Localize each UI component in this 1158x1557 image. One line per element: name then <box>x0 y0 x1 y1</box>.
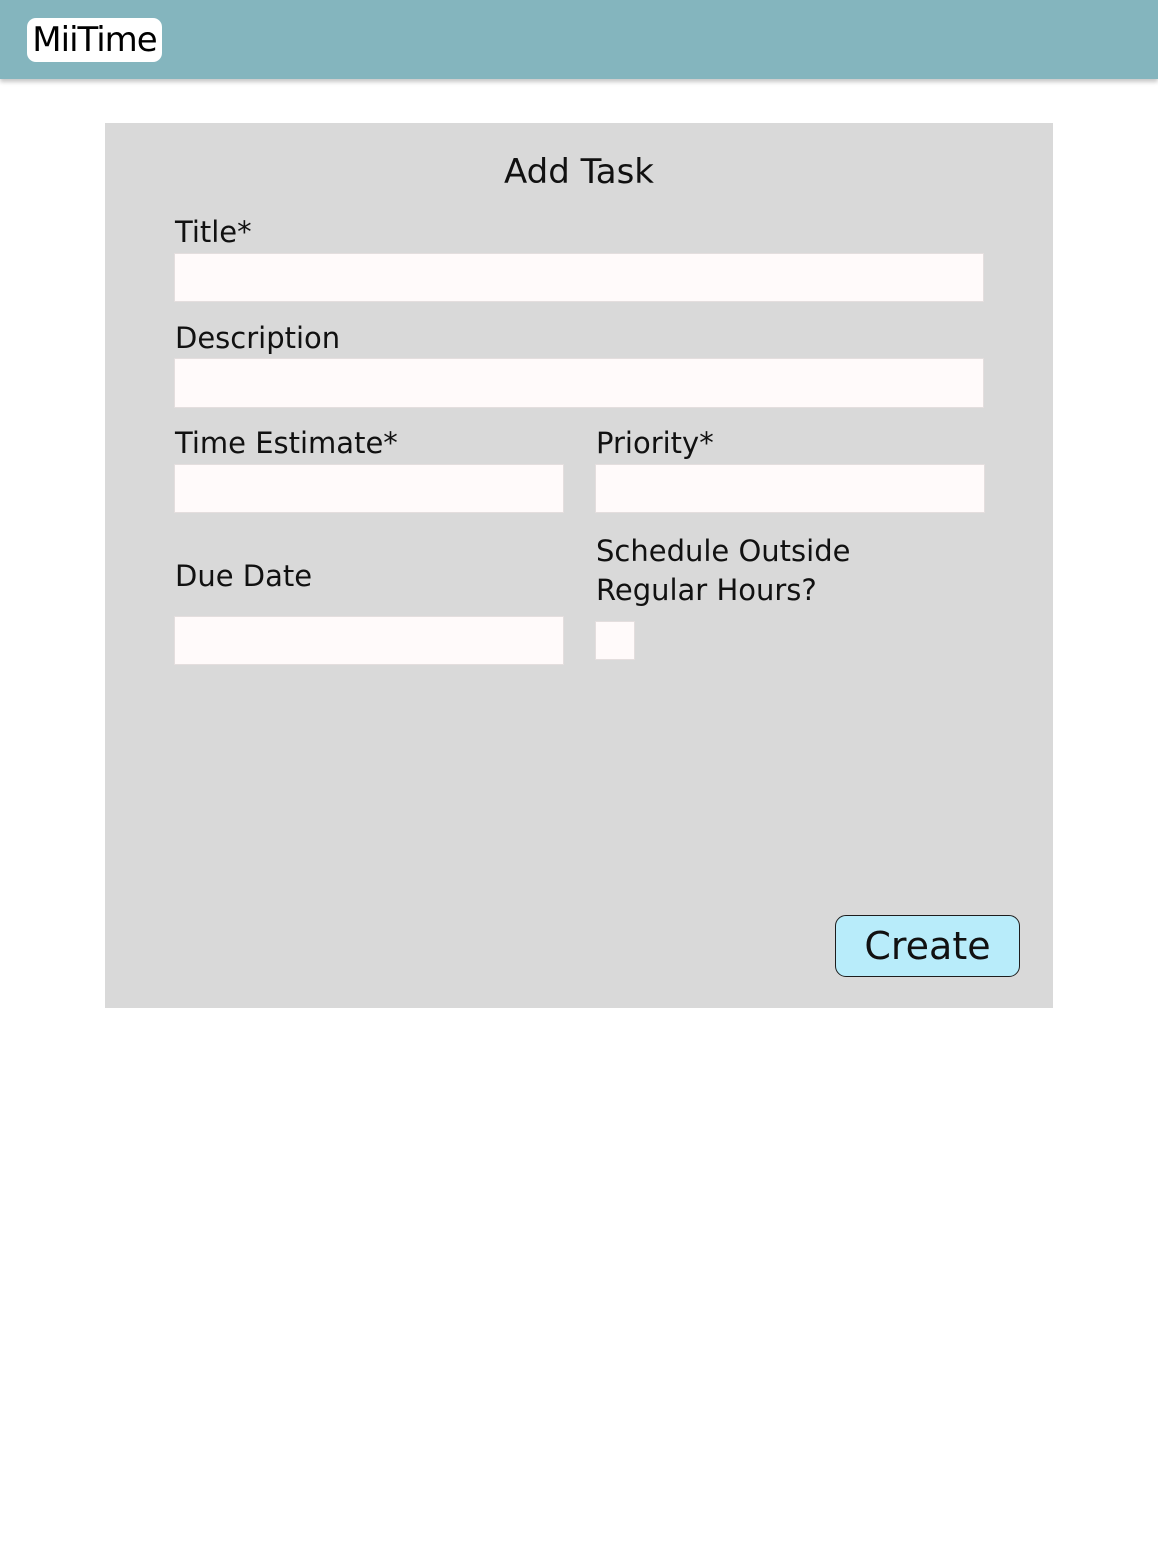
time-estimate-label: Time Estimate* <box>175 426 398 460</box>
description-input[interactable] <box>174 358 984 408</box>
create-button[interactable]: Create <box>835 915 1020 977</box>
due-date-label: Due Date <box>175 559 313 593</box>
schedule-outside-label-line1: Schedule Outside <box>596 534 851 568</box>
app-logo[interactable]: MiiTime <box>27 18 162 62</box>
page-title: Add Task <box>503 152 654 192</box>
description-label: Description <box>175 321 341 355</box>
app-header: MiiTime <box>0 0 1158 79</box>
priority-input[interactable] <box>595 464 985 513</box>
title-label: Title* <box>175 215 252 249</box>
title-input[interactable] <box>174 253 984 302</box>
time-estimate-input[interactable] <box>174 464 564 513</box>
schedule-outside-checkbox[interactable] <box>595 621 635 660</box>
schedule-outside-label-line2: Regular Hours? <box>596 573 817 607</box>
due-date-input[interactable] <box>174 616 564 665</box>
priority-label: Priority* <box>596 426 714 460</box>
